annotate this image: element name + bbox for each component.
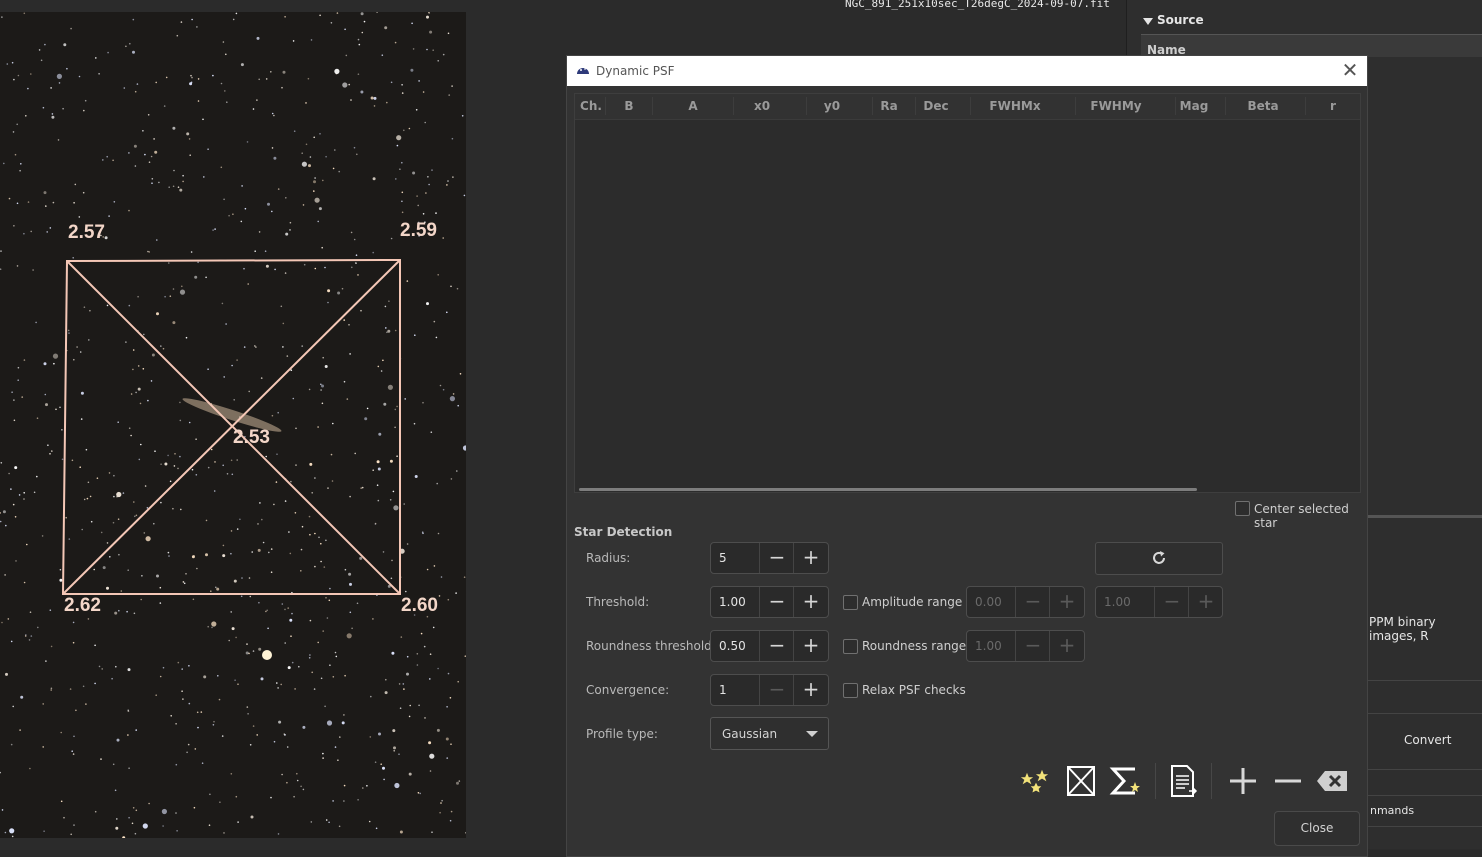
plus-icon[interactable]: + [793, 675, 828, 705]
dialog-title: Dynamic PSF [596, 64, 675, 78]
relax-psf-label: Relax PSF checks [862, 683, 966, 697]
remove-icon[interactable] [1270, 763, 1306, 799]
divider [1366, 769, 1482, 770]
star-detection-title: Star Detection [574, 525, 673, 539]
plus-icon: + [1049, 631, 1084, 661]
column-header-x0[interactable]: x0 [734, 99, 790, 113]
profile-type-value: Gaussian [722, 727, 778, 741]
clear-all-icon[interactable] [1315, 763, 1351, 799]
tilt-icon[interactable] [1063, 763, 1099, 799]
dynamic-psf-dialog: Dynamic PSF ✕ Ch. B A x0 y0 Ra Dec FWHMx… [566, 55, 1368, 857]
roundness-range-spinner: 1.00 − + [966, 630, 1085, 662]
profile-type-label: Profile type: [586, 727, 658, 741]
amplitude-range-label: Amplitude range [862, 595, 963, 609]
threshold-spinner[interactable]: 1.00 − + [710, 586, 829, 618]
plus-icon[interactable]: + [793, 587, 828, 617]
radius-label: Radius: [586, 551, 631, 565]
refresh-icon [1153, 551, 1165, 564]
minus-icon: − [1015, 587, 1050, 617]
format-description: PPM binary images, R [1369, 615, 1436, 643]
table-header: Ch. B A x0 y0 Ra Dec FWHMx FWHMy Mag Bet… [575, 94, 1360, 120]
tilt-value-center: 2.53 [233, 427, 270, 448]
tilt-value-bottom-left: 2.62 [64, 595, 101, 616]
amplitude-max-spinner: 1.00 − + [1095, 586, 1223, 618]
horizontal-scrollbar[interactable] [579, 488, 1197, 491]
plus-icon: + [1049, 587, 1084, 617]
tilt-value-bottom-right: 2.60 [401, 595, 438, 616]
roundness-range-value: 1.00 [975, 639, 1002, 653]
convert-button[interactable]: Convert [1404, 733, 1451, 747]
column-header-fwhmx[interactable]: FWHMx [971, 99, 1059, 113]
column-header-ra[interactable]: Ra [873, 99, 905, 113]
find-stars-icon[interactable] [1017, 763, 1053, 799]
minus-icon[interactable]: − [759, 631, 794, 661]
amplitude-max-value: 1.00 [1104, 595, 1131, 609]
close-button[interactable]: Close [1274, 811, 1360, 846]
expander-arrow-icon[interactable] [1143, 18, 1153, 25]
average-psf-icon[interactable] [1107, 763, 1143, 799]
divider [1366, 826, 1482, 827]
minus-icon: − [1154, 587, 1189, 617]
tilt-value-top-right: 2.59 [400, 220, 437, 241]
export-icon[interactable] [1165, 763, 1201, 799]
psf-results-table[interactable]: Ch. B A x0 y0 Ra Dec FWHMx FWHMy Mag Bet… [574, 93, 1361, 493]
profile-type-dropdown[interactable]: Gaussian [710, 717, 829, 750]
column-header-mag[interactable]: Mag [1176, 99, 1212, 113]
image-filename: NGC_891_251x10sec_T26degC_2024-09-07.fit [845, 0, 1110, 10]
column-header-fwhmy[interactable]: FWHMy [1076, 99, 1156, 113]
roundness-threshold-value[interactable]: 0.50 [719, 639, 746, 653]
threshold-value[interactable]: 1.00 [719, 595, 746, 609]
divider [1366, 680, 1482, 681]
roundness-range-label: Roundness range [862, 639, 967, 653]
add-icon[interactable] [1225, 763, 1261, 799]
amplitude-min-spinner: 0.00 − + [966, 586, 1085, 618]
column-header-dec[interactable]: Dec [916, 99, 956, 113]
roundness-threshold-spinner[interactable]: 0.50 − + [710, 630, 829, 662]
radius-spinner[interactable]: 5 − + [710, 542, 829, 574]
radius-value[interactable]: 5 [719, 551, 727, 565]
roundness-range-checkbox[interactable] [843, 639, 858, 654]
plus-icon[interactable]: + [793, 543, 828, 573]
commands-label: nmands [1370, 804, 1415, 817]
column-header-b[interactable]: B [606, 99, 652, 113]
tilt-value-top-left: 2.57 [68, 222, 105, 243]
toolbar-separator [1211, 763, 1212, 799]
column-header-r[interactable]: r [1306, 99, 1360, 113]
plus-icon: + [1188, 587, 1223, 617]
convergence-label: Convergence: [586, 683, 670, 697]
column-header-y0[interactable]: y0 [807, 99, 857, 113]
minus-icon[interactable]: − [759, 543, 794, 573]
panel-separator[interactable] [1366, 515, 1482, 518]
source-list-header: Name [1141, 34, 1482, 57]
tilt-overlay [61, 258, 401, 595]
dialog-titlebar[interactable]: Dynamic PSF ✕ [567, 56, 1367, 86]
redetect-button[interactable] [1095, 542, 1223, 575]
minus-icon: − [759, 675, 794, 705]
column-header-beta[interactable]: Beta [1226, 99, 1300, 113]
chevron-down-icon [806, 731, 818, 737]
convergence-value[interactable]: 1 [719, 683, 727, 697]
relax-psf-checkbox[interactable] [843, 683, 858, 698]
convergence-spinner[interactable]: 1 − + [710, 674, 829, 706]
image-viewer[interactable]: 2.57 2.59 2.53 2.62 2.60 [0, 12, 466, 838]
column-header-ch[interactable]: Ch. [577, 99, 605, 113]
amplitude-min-value: 0.00 [975, 595, 1002, 609]
threshold-label: Threshold: [586, 595, 650, 609]
source-header[interactable]: Source [1157, 13, 1204, 27]
column-header-a[interactable]: A [653, 99, 733, 113]
close-icon[interactable]: ✕ [1339, 60, 1361, 82]
roundness-threshold-label: Roundness threshold: [586, 639, 716, 653]
divider [1366, 795, 1482, 796]
minus-icon[interactable]: − [759, 587, 794, 617]
center-selected-star-checkbox[interactable] [1235, 501, 1250, 516]
minus-icon: − [1015, 631, 1050, 661]
amplitude-range-checkbox[interactable] [843, 595, 858, 610]
toolbar-separator [1155, 763, 1156, 799]
center-selected-star-label: Center selected star [1254, 502, 1349, 530]
plus-icon[interactable]: + [793, 631, 828, 661]
divider [1366, 713, 1482, 714]
siril-app-icon [577, 68, 589, 74]
